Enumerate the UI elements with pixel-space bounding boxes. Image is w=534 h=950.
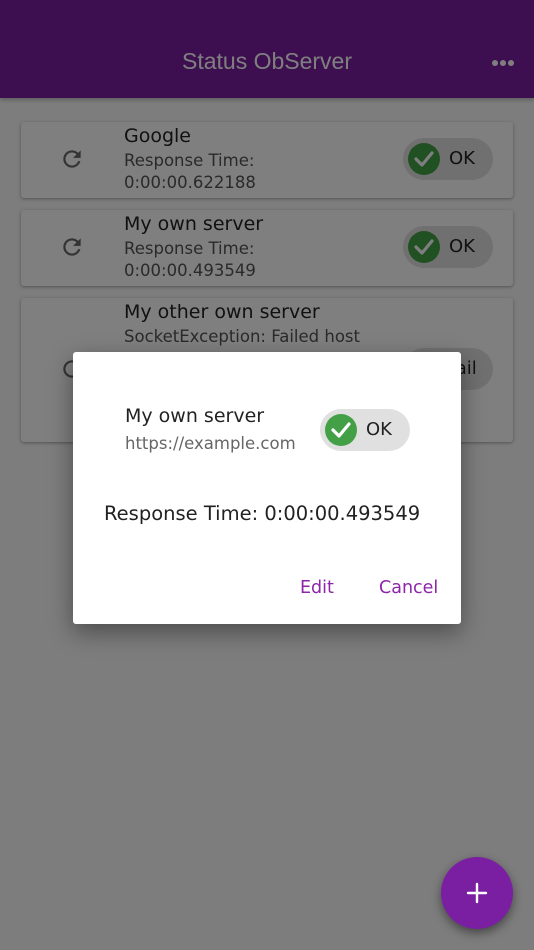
edit-button[interactable]: Edit	[300, 578, 334, 598]
dialog-status-label: OK	[366, 419, 392, 440]
dialog-response-time: Response Time: 0:00:00.493549	[104, 502, 421, 525]
check-circle-icon	[325, 414, 357, 446]
dialog-title: My own server	[125, 405, 265, 427]
cancel-button[interactable]: Cancel	[379, 578, 438, 598]
add-icon	[441, 857, 513, 929]
dialog-status-chip: OK	[320, 409, 410, 451]
server-details-dialog: My own server https://example.com OK Res…	[73, 352, 461, 624]
add-server-button[interactable]	[441, 857, 513, 929]
dialog-url: https://example.com	[125, 434, 296, 453]
